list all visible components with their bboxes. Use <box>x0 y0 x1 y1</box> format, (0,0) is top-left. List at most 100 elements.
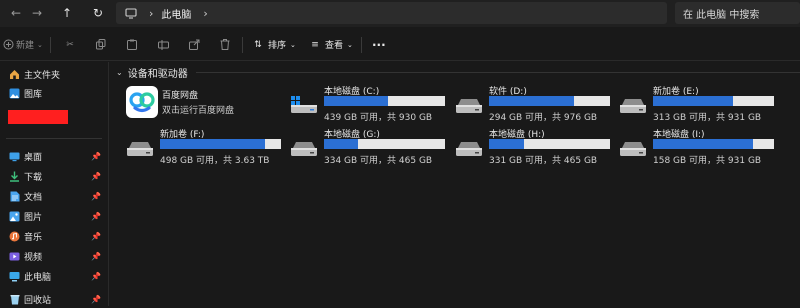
baidu-netdisk-icon <box>126 86 158 118</box>
cut-button[interactable]: ✂ <box>64 29 76 60</box>
toolbar-divider <box>242 37 243 53</box>
pictures-icon <box>9 211 20 222</box>
drive-capacity: 334 GB 可用，共 465 GB <box>324 156 433 166</box>
pin-icon[interactable]: 📌 <box>91 152 101 161</box>
chevron-down-icon[interactable]: ⌄ <box>116 68 123 77</box>
rename-button[interactable] <box>157 29 169 60</box>
drive-capacity: 294 GB 可用，共 976 GB <box>489 113 598 123</box>
arrow-up-icon: ↑ <box>61 6 73 20</box>
sort-button[interactable]: ⇅ 排序 ⌄ <box>252 29 296 60</box>
scissors-icon: ✂ <box>66 39 74 50</box>
pane-divider[interactable] <box>108 62 109 306</box>
drive-tile-g[interactable]: 本地磁盘 (G:) 334 GB 可用，共 465 GB <box>290 127 450 167</box>
drive-capacity: 331 GB 可用，共 465 GB <box>489 156 598 166</box>
drive-usage-bar <box>489 96 610 106</box>
more-options-button[interactable]: ··· <box>372 29 386 60</box>
sidebar-item-videos[interactable]: 视频 📌 <box>0 247 104 265</box>
trash-icon <box>219 39 231 51</box>
sidebar-item-label: 此电脑 <box>24 272 52 283</box>
pin-icon[interactable]: 📌 <box>91 232 101 241</box>
toolbar-divider <box>50 37 51 53</box>
share-button[interactable] <box>188 29 200 60</box>
hard-drive-icon <box>127 142 153 156</box>
sidebar-item-pictures[interactable]: 图片 📌 <box>0 207 104 225</box>
drive-capacity: 158 GB 可用，共 931 GB <box>653 156 762 166</box>
breadcrumb-this-pc[interactable]: 此电脑 <box>161 6 191 21</box>
sidebar-item-documents[interactable]: 文档 📌 <box>0 187 104 205</box>
drive-usage-bar <box>489 139 610 149</box>
sidebar-item-home[interactable]: 主文件夹 <box>0 65 104 83</box>
command-bar: 新建 ⌄ ✂ ⇅ 排序 ⌄ ≡ 查看 ⌄ ··· <box>0 29 800 61</box>
hard-drive-icon <box>291 142 317 156</box>
sidebar-item-label: 图片 <box>24 212 43 223</box>
navigation-pane: 主文件夹 图库 桌面 📌 下载 📌 文档 📌 图片 📌 音乐 📌 视频 📌 此电… <box>0 62 108 306</box>
search-input[interactable]: 在 此电脑 中搜索 <box>675 2 800 24</box>
sort-label: 排序 <box>268 41 287 51</box>
search-placeholder: 在 此电脑 中搜索 <box>683 9 760 21</box>
drive-usage-fill <box>653 96 733 106</box>
pin-icon[interactable]: 📌 <box>91 212 101 221</box>
pin-icon[interactable]: 📌 <box>91 295 101 304</box>
hard-drive-icon <box>620 99 646 113</box>
videos-icon <box>9 251 20 262</box>
chevron-down-icon: ⌄ <box>290 40 296 49</box>
refresh-icon: ↻ <box>92 6 104 20</box>
back-button[interactable]: ← <box>6 4 26 22</box>
drive-tile-f[interactable]: 新加卷 (F:) 498 GB 可用，共 3.63 TB <box>126 127 286 167</box>
refresh-button[interactable]: ↻ <box>88 4 108 22</box>
new-button[interactable]: 新建 ⌄ <box>2 29 43 60</box>
drive-tile-i[interactable]: 本地磁盘 (I:) 158 GB 可用，共 931 GB <box>619 127 779 167</box>
drive-usage-fill <box>489 96 574 106</box>
sidebar-item-label: 主文件夹 <box>24 70 61 81</box>
drive-usage-bar <box>324 96 445 106</box>
ellipsis-icon: ··· <box>372 37 386 52</box>
arrow-right-icon: → <box>31 6 43 20</box>
sidebar-item-this-pc[interactable]: 此电脑 📌 <box>0 267 104 285</box>
forward-button[interactable]: → <box>27 4 47 22</box>
view-button[interactable]: ≡ 查看 ⌄ <box>309 29 353 60</box>
pin-icon[interactable]: 📌 <box>91 172 101 181</box>
app-name: 百度网盘 <box>162 91 199 101</box>
delete-button[interactable] <box>219 29 231 60</box>
view-label: 查看 <box>325 41 344 51</box>
system-drive-icon <box>291 96 317 113</box>
drive-tile-d[interactable]: 软件 (D:) 294 GB 可用，共 976 GB <box>455 84 615 124</box>
sidebar-item-gallery[interactable]: 图库 <box>0 84 104 102</box>
address-field[interactable]: › 此电脑 › <box>116 2 667 24</box>
copy-button[interactable] <box>95 29 107 60</box>
sidebar-item-desktop[interactable]: 桌面 📌 <box>0 147 104 165</box>
drive-usage-fill <box>489 139 525 149</box>
recycle-bin-icon <box>9 294 20 305</box>
sidebar-item-label: 视频 <box>24 252 43 263</box>
up-button[interactable]: ↑ <box>57 4 77 22</box>
chevron-right-icon[interactable]: › <box>203 7 207 20</box>
drive-tile-e[interactable]: 新加卷 (E:) 313 GB 可用，共 931 GB <box>619 84 779 124</box>
pin-icon[interactable]: 📌 <box>91 192 101 201</box>
drive-tile-c[interactable]: 本地磁盘 (C:) 439 GB 可用，共 930 GB <box>290 84 450 124</box>
monitor-icon <box>125 7 137 19</box>
chevron-right-icon: › <box>149 6 154 20</box>
sidebar-item-label: 图库 <box>24 89 43 100</box>
hard-drive-icon <box>456 99 482 113</box>
pin-icon[interactable]: 📌 <box>91 252 101 261</box>
baidu-netdisk-shortcut[interactable]: 百度网盘 双击运行百度网盘 <box>126 86 286 120</box>
group-header[interactable]: ⌄ 设备和驱动器 <box>116 65 188 80</box>
chevron-down-icon: ⌄ <box>37 40 43 49</box>
sidebar-item-label: 文档 <box>24 192 43 203</box>
sidebar-item-music[interactable]: 音乐 📌 <box>0 227 104 245</box>
sidebar-item-label: 音乐 <box>24 232 43 243</box>
sidebar-item-downloads[interactable]: 下载 📌 <box>0 167 104 185</box>
redacted-item <box>8 110 68 124</box>
drive-tile-h[interactable]: 本地磁盘 (H:) 331 GB 可用，共 465 GB <box>455 127 615 167</box>
view-list-icon: ≡ <box>311 39 319 50</box>
home-icon <box>9 69 20 80</box>
hard-drive-icon <box>456 142 482 156</box>
group-label: 设备和驱动器 <box>127 69 188 80</box>
download-icon <box>9 171 20 182</box>
sidebar-item-recycle-bin[interactable]: 回收站 📌 <box>0 290 104 308</box>
pin-icon[interactable]: 📌 <box>91 272 101 281</box>
sidebar-item-label: 下载 <box>24 172 43 183</box>
sidebar-divider <box>6 138 102 139</box>
paste-button[interactable] <box>126 29 138 60</box>
drive-usage-bar <box>653 139 774 149</box>
